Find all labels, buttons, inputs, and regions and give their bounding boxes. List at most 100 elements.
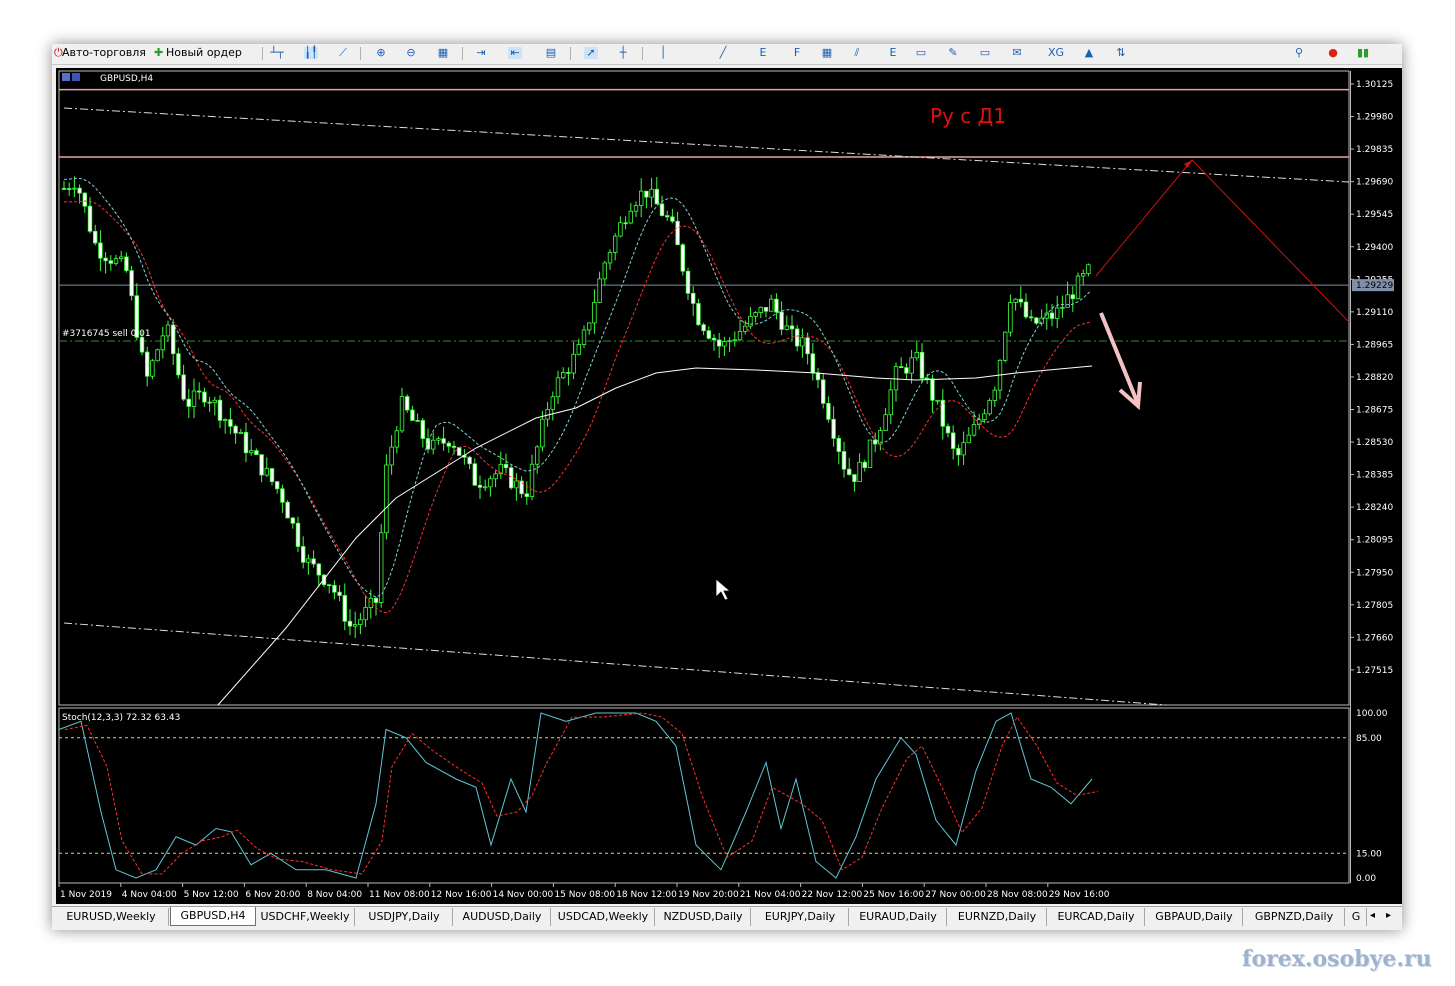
time-tick-label: 14 Nov 00:00 [493,890,554,900]
projection-arrowhead [1184,160,1192,168]
arrows-icon[interactable]: XG [1048,47,1064,59]
chart-canvas[interactable]: GBPUSD,H4 1.30125 1.29980 1.29835 1.29690 1.… [56,68,1402,904]
indicators-icon[interactable]: ▤ [544,47,558,59]
zoom-in-icon[interactable]: ⊕ [374,47,388,59]
pen-icon[interactable]: ✎ [946,47,960,59]
candle-body [1075,275,1081,300]
candle-body [779,311,784,330]
crosshair-icon[interactable]: ┼ [616,47,630,59]
tab-gbpusd-h4[interactable]: GBPUSD,H4 [170,907,256,926]
candle-body [555,377,561,398]
chart-area[interactable]: GBPUSD,H4 1.30125 1.29980 1.29835 1.29690 1.… [56,68,1402,904]
candle-body [800,337,805,347]
search-icon[interactable]: ⚲ [1292,47,1306,59]
tab-scroll-left-icon[interactable]: ◂ [1370,910,1375,921]
price-tick-label: 1.28965 [1356,340,1393,350]
candle-body [940,399,945,427]
candle-body [613,235,618,253]
price-tick-label: 1.29110 [1356,308,1393,318]
candle-body [534,446,540,465]
candle-body [77,187,82,194]
toolbar: ⏻ Авто-торговля ✚ Новый ордер ┴┬ ╽╿ ⟋ ⊕ … [52,44,1402,65]
candle-body [654,188,659,205]
candle-body [810,353,815,374]
tab-eurjpy-daily[interactable]: EURJPY,Daily [752,908,849,926]
tab-usdjpy-daily[interactable]: USDJPY,Daily [356,908,453,926]
tab-eurusd-weekly[interactable]: EURUSD,Weekly [54,908,169,926]
fibo-expansion-icon[interactable]: E [756,47,770,59]
fibo-icon[interactable]: F [790,47,804,59]
price-tick-label: 1.28240 [1356,503,1393,513]
candle-body [607,252,613,264]
candle-body [1008,302,1013,333]
time-tick-label: 6 Nov 20:00 [245,890,300,900]
candle-body [326,584,332,587]
candle-body [1060,306,1065,309]
tab-usdchf-weekly[interactable]: USDCHF,Weekly [256,908,355,926]
mouse-cursor-icon [715,578,732,601]
time-tick-label: 1 Nov 2019 [60,890,112,900]
line-chart-icon[interactable]: ⟋ [336,47,350,59]
candle-body [415,420,420,422]
candlestick-icon[interactable]: ╽╿ [304,47,318,59]
tab-euraud-daily[interactable]: EURAUD,Daily [850,908,947,926]
tab-usdcad-weekly[interactable]: USDCAD,Weekly [552,908,655,926]
candle-body [430,439,436,450]
candle-body [529,463,535,497]
new-order-button[interactable]: Новый ордер [166,46,242,60]
tab-eurcad-daily[interactable]: EURCAD,Daily [1048,908,1145,926]
zoom-out-icon[interactable]: ⊖ [404,47,418,59]
chart-shift-icon[interactable]: ⇤ [508,47,522,59]
candle-body [919,351,925,379]
price-tick-label: 1.27660 [1356,633,1393,643]
tab-g[interactable]: G [1346,908,1367,926]
candle-body [269,468,275,483]
tab-gbpaud-daily[interactable]: GBPAUD,Daily [1146,908,1243,926]
tab-scroll-right-icon[interactable]: ▸ [1386,910,1391,921]
price-tick-label: 1.28530 [1356,438,1393,448]
symbol-tabs-bar: EURUSD,Weekly GBPUSD,H4 USDCHF,Weekly USDJP… [52,906,1402,929]
price-tick-label: 1.29835 [1356,145,1393,155]
candle-body [623,222,628,225]
candle-body [404,396,410,411]
down-arrow-tool-icon[interactable]: ⇅ [1114,47,1128,59]
channel-icon[interactable]: ⫽ [850,47,864,59]
candle-body [670,216,675,222]
candle-body [789,325,795,330]
candle-body [691,292,696,304]
up-arrow-tool-icon[interactable]: ▲ [1082,47,1096,59]
comment-icon[interactable]: ✉ [1010,47,1024,59]
candle-body [514,480,519,489]
autotrading-button[interactable]: Авто-торговля [62,46,146,60]
ma-slow-line [217,365,1093,706]
candle-body [904,367,909,374]
price-panel-border [58,70,1350,706]
tab-nzdusd-daily[interactable]: NZDUSD,Daily [656,908,751,926]
autoscroll-icon[interactable]: ⇥ [474,47,488,59]
text-label-icon[interactable]: ▭ [978,47,992,59]
candle-body [633,205,639,212]
elliott-icon[interactable]: E [886,47,900,59]
tab-eurnzd-daily[interactable]: EURNZD,Daily [948,908,1047,926]
tab-audusd-daily[interactable]: AUDUSD,Daily [454,908,551,926]
vertical-line-icon[interactable]: │ [656,47,670,59]
price-tick-label: 1.27950 [1356,568,1393,578]
candle-body [737,331,743,341]
bar-chart-icon[interactable]: ┴┬ [270,47,284,59]
candle-body [342,595,347,622]
candle-body [1081,273,1086,277]
candle-body [769,298,774,312]
price-tick-label: 1.29400 [1356,243,1393,253]
candle-body [727,340,732,343]
tile-windows-icon[interactable]: ▦ [436,47,450,59]
grid-icon[interactable]: ▦ [820,47,834,59]
candle-body [508,467,514,489]
cursor-icon[interactable]: ➚ [584,47,598,59]
rectangle-icon[interactable]: ▭ [914,47,928,59]
candle-body [581,329,587,345]
candle-body [337,591,342,596]
alert-icon[interactable]: ● [1326,47,1340,59]
tab-gbpnzd-daily[interactable]: GBPNZD,Daily [1244,908,1345,926]
price-tick-label: 1.27515 [1356,666,1393,676]
trendline-icon[interactable]: ╱ [716,47,730,59]
